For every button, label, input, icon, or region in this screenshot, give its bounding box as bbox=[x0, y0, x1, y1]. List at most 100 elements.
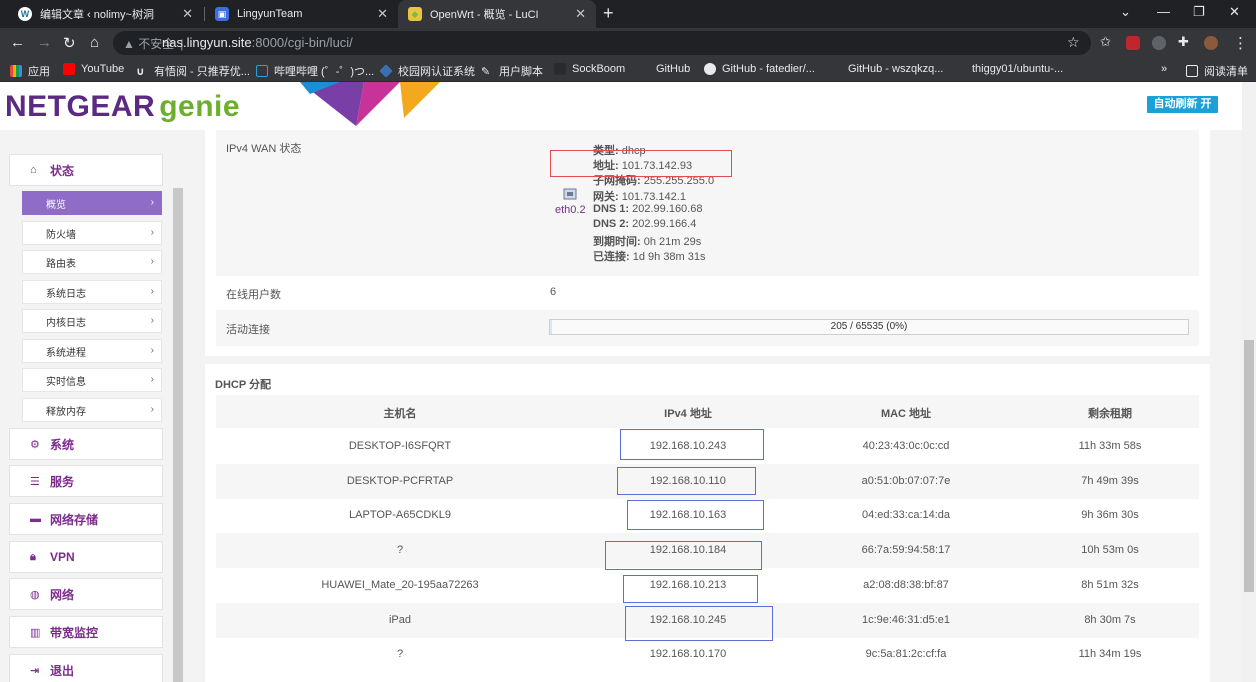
minimize-icon[interactable]: — bbox=[1157, 4, 1170, 19]
chevron-right-icon: › bbox=[150, 286, 154, 297]
bilibili-icon bbox=[256, 65, 268, 77]
site-icon bbox=[554, 63, 566, 75]
home-icon[interactable]: ⌂ bbox=[90, 34, 99, 51]
reading-list-icon bbox=[1186, 65, 1198, 77]
site-icon bbox=[954, 63, 966, 75]
sidebar-item-nas[interactable]: ▬ 网络存储 bbox=[9, 503, 163, 535]
maximize-icon[interactable]: ❐ bbox=[1193, 4, 1205, 20]
bookmark-label: 校园网认证系统 bbox=[398, 66, 475, 78]
github-icon bbox=[704, 63, 716, 75]
ublock-icon[interactable] bbox=[1126, 36, 1140, 50]
extension-mask-icon[interactable] bbox=[1152, 36, 1166, 50]
sidebar-subitem-processes[interactable]: 系统进程 › bbox=[22, 339, 162, 363]
bookmark-label: 用户脚本 bbox=[499, 66, 543, 78]
tab-search-icon[interactable]: ⌄ bbox=[1120, 4, 1131, 20]
sidebar-item-logout[interactable]: ⇥ 退出 bbox=[9, 654, 163, 682]
column-header-ipv4: IPv4 地址 bbox=[664, 408, 712, 420]
wan-value: 1d 9h 38m 31s bbox=[632, 251, 706, 263]
sidebar-subitem-label: 概览 bbox=[46, 199, 66, 211]
tab-title: 编辑文章 ‹ nolimy~树洞 bbox=[40, 9, 154, 21]
luci-page: NETGEAR genie 自动刷新 开 ⌂ 状态 概览 › 防火墙 › 路由表 › 系统… bbox=[0, 82, 1256, 682]
bookmark-thiggy01[interactable]: thiggy01/ubuntu-... bbox=[954, 63, 1063, 75]
extensions-puzzle-icon[interactable]: ✚ bbox=[1178, 34, 1192, 49]
close-icon[interactable]: ✕ bbox=[575, 6, 586, 22]
cell-mac: 04:ed:33:ca:14:da bbox=[861, 509, 951, 522]
progress-fill bbox=[550, 320, 552, 334]
sidebar-subitem-label: 防火墙 bbox=[46, 229, 76, 241]
cell-lease: 8h 51m 32s bbox=[1081, 578, 1139, 591]
close-icon[interactable]: ✕ bbox=[182, 6, 193, 22]
site-icon bbox=[638, 63, 650, 75]
reading-list-button[interactable]: 阅读清单 bbox=[1186, 63, 1248, 79]
sidebar-subitem-realtime[interactable]: 实时信息 › bbox=[22, 368, 162, 392]
bookmark-youwuyue[interactable]: ∪ 有悟阅 - 只推荐优... bbox=[136, 63, 250, 79]
sidebar-subitem-syslog[interactable]: 系统日志 › bbox=[22, 280, 162, 304]
bookmarks-overflow-icon[interactable]: » bbox=[1161, 63, 1167, 75]
bookmark-github[interactable]: GitHub bbox=[638, 63, 690, 75]
cell-mac: a2:08:d8:38:bf:87 bbox=[863, 578, 949, 591]
sidebar-subitem-free-memory[interactable]: 释放内存 › bbox=[22, 398, 162, 422]
menu-kebab-icon[interactable]: ⋮ bbox=[1233, 34, 1248, 52]
page-scrollbar[interactable] bbox=[1242, 82, 1256, 682]
sidebar-item-label: 网络 bbox=[50, 587, 75, 602]
sidebar-subitem-kernel-log[interactable]: 内核日志 › bbox=[22, 309, 162, 333]
sidebar-subitem-routes[interactable]: 路由表 › bbox=[22, 250, 162, 274]
bookmark-label: 哔哩哔哩 (゜-゜)つ... bbox=[274, 66, 375, 78]
bookmark-campus-net[interactable]: 校园网认证系统 bbox=[379, 63, 475, 79]
bookmark-apps[interactable]: 应用 bbox=[10, 63, 50, 79]
sidebar-item-label: 系统 bbox=[50, 437, 75, 452]
sidebar-item-bandwidth[interactable]: ▥ 带宽监控 bbox=[9, 616, 163, 648]
sidebar-subitem-label: 实时信息 bbox=[46, 376, 86, 388]
sidebar-item-network[interactable]: ◍ 网络 bbox=[9, 578, 163, 610]
luci-icon: ◆ bbox=[408, 7, 422, 21]
sidebar-subitem-label: 路由表 bbox=[46, 258, 76, 270]
globe-icon: ◍ bbox=[30, 588, 40, 601]
bookmark-bilibili[interactable]: 哔哩哔哩 (゜-゜)つ... bbox=[256, 63, 374, 79]
bookmark-youtube[interactable]: YouTube bbox=[63, 63, 124, 75]
reading-list-label: 阅读清单 bbox=[1204, 66, 1248, 78]
chevron-right-icon: › bbox=[150, 345, 154, 356]
dhcp-section-title: DHCP 分配 bbox=[215, 379, 272, 391]
sidebar-item-services[interactable]: ☰ 服务 bbox=[9, 465, 163, 497]
warning-icon: ▲ bbox=[123, 37, 139, 51]
sidebar-subitem-firewall[interactable]: 防火墙 › bbox=[22, 221, 162, 245]
bookmark-sockboom[interactable]: SockBoom bbox=[554, 63, 625, 75]
cell-hostname: DESKTOP-I6SFQRT bbox=[348, 440, 452, 452]
tab-lingyunteam[interactable]: ▣ LingyunTeam ✕ bbox=[205, 0, 398, 28]
wan-expires: 到期时间: 0h 21m 29s bbox=[593, 233, 701, 249]
tab-title: OpenWrt - 概览 - LuCI bbox=[430, 9, 539, 21]
sidebar-item-system[interactable]: ⚙ 系统 bbox=[9, 428, 163, 460]
sidebar-subitem-overview[interactable]: 概览 › bbox=[22, 191, 162, 215]
auto-refresh-button[interactable]: 自动刷新 开 bbox=[1147, 96, 1218, 113]
tab-edit-article[interactable]: W 编辑文章 ‹ nolimy~树洞 ✕ bbox=[8, 0, 203, 28]
logo-sub: genie bbox=[159, 90, 241, 123]
avatar[interactable] bbox=[1204, 36, 1218, 50]
bookmark-userscript[interactable]: ✎ 用户脚本 bbox=[481, 63, 543, 79]
tab-openwrt[interactable]: ◆ OpenWrt - 概览 - LuCI ✕ bbox=[398, 0, 596, 28]
cell-hostname: ? bbox=[396, 648, 404, 661]
bookmark-label: 有悟阅 - 只推荐优... bbox=[154, 66, 250, 78]
cell-hostname: iPad bbox=[388, 613, 412, 626]
scrollbar-thumb[interactable] bbox=[1244, 340, 1254, 592]
new-tab-icon[interactable]: + bbox=[603, 3, 614, 24]
bookmark-label: 应用 bbox=[28, 66, 50, 78]
sidebar-item-status[interactable]: ⌂ 状态 bbox=[9, 154, 163, 186]
back-icon[interactable]: ← bbox=[10, 34, 25, 51]
sidebar-scrollbar[interactable] bbox=[173, 188, 183, 682]
sidebar-subitem-label: 系统进程 bbox=[46, 347, 86, 359]
reload-icon[interactable]: ↻ bbox=[63, 34, 76, 52]
cell-lease: 10h 53m 0s bbox=[1081, 544, 1139, 557]
url-text[interactable]: nas.lingyun.site:8000/cgi-bin/luci/ bbox=[162, 35, 353, 50]
bookmark-star-icon[interactable]: ☆ bbox=[1067, 34, 1080, 51]
wan-connected: 已连接: 1d 9h 38m 31s bbox=[593, 248, 706, 264]
cell-lease: 9h 36m 30s bbox=[1081, 509, 1139, 522]
sidebar-item-label: 状态 bbox=[50, 163, 75, 178]
close-icon[interactable]: ✕ bbox=[377, 6, 388, 22]
bookmark-github-wszqkzq[interactable]: GitHub - wszqkzq... bbox=[830, 63, 943, 75]
bookmark-github-fatedier[interactable]: GitHub - fatedier/... bbox=[704, 63, 815, 75]
extension-pin-icon[interactable]: ✩ bbox=[1100, 34, 1114, 49]
window-close-icon[interactable]: ✕ bbox=[1229, 4, 1240, 20]
forward-icon[interactable]: → bbox=[37, 34, 52, 51]
network-port-icon bbox=[563, 188, 577, 200]
sidebar-item-vpn[interactable]: 🔒︎ VPN bbox=[9, 541, 163, 573]
